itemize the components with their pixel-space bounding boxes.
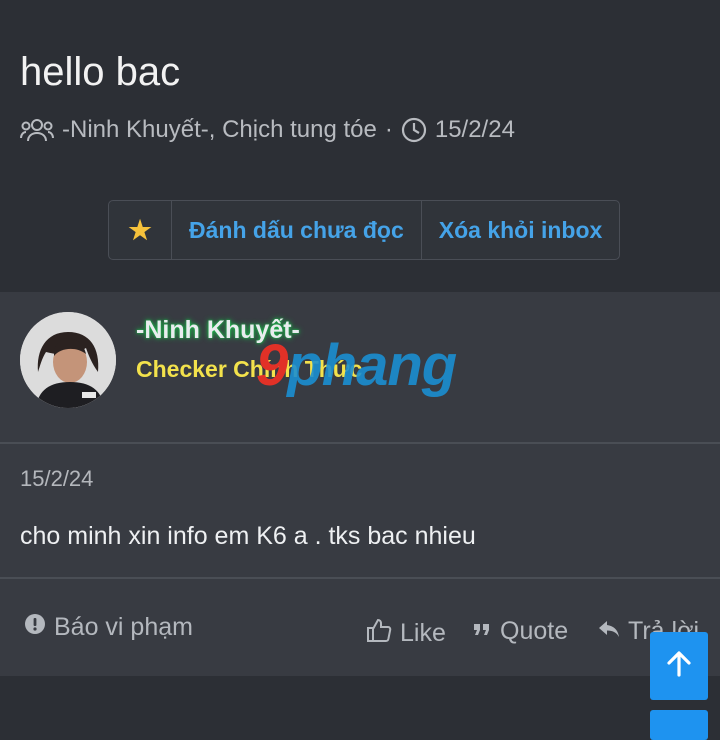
meta-separator: · [384,116,393,143]
scroll-to-bottom-button[interactable] [650,710,708,740]
watermark-part-1: 9 [256,333,288,398]
scroll-to-top-button[interactable] [650,632,708,700]
users-icon [20,117,54,143]
post-author-block: -Ninh Khuyết- Checker Chính Thức 9phang [0,292,720,444]
site-watermark: 9phang [256,332,457,399]
thumbs-up-icon [366,617,400,650]
avatar[interactable] [20,312,116,408]
post-message: cho minh xin info em K6 a . tks bac nhie… [20,522,476,550]
thread-header: hello bac -Ninh Khuyết-, Chịch tung tóe … [0,0,720,292]
like-label: Like [400,619,446,647]
reply-icon [598,617,628,646]
quote-label: Quote [500,617,569,645]
remove-from-inbox-button[interactable]: Xóa khỏi inbox [422,201,620,259]
arrow-up-icon [664,649,694,684]
thread-participants[interactable]: -Ninh Khuyết-, Chịch tung tóe [62,116,377,144]
thread-meta: -Ninh Khuyết-, Chịch tung tóe · 15/2/24 [20,116,515,144]
thread-title: hello bac [20,50,181,94]
like-button[interactable]: Like [366,617,446,650]
report-label: Báo vi phạm [54,613,193,641]
star-button[interactable]: ★ [109,201,172,259]
thread-action-group: ★ Đánh dấu chưa đọc Xóa khỏi inbox [108,200,621,260]
quote-button[interactable]: Quote [472,617,568,646]
post-actions: Báo vi phạm Like Quote Trả lời [0,579,720,676]
post-date[interactable]: 15/2/24 [20,466,93,492]
star-icon: ★ [128,214,152,245]
report-button[interactable]: Báo vi phạm [24,613,193,642]
mark-unread-button[interactable]: Đánh dấu chưa đọc [172,201,422,259]
post-body: 15/2/24 cho minh xin info em K6 a . tks … [0,444,720,579]
watermark-part-2: phang [287,333,457,398]
clock-icon [401,117,427,143]
quote-icon [472,617,500,646]
message-post: -Ninh Khuyết- Checker Chính Thức 9phang … [0,292,720,676]
alert-icon [24,613,54,642]
thread-date[interactable]: 15/2/24 [435,116,515,144]
